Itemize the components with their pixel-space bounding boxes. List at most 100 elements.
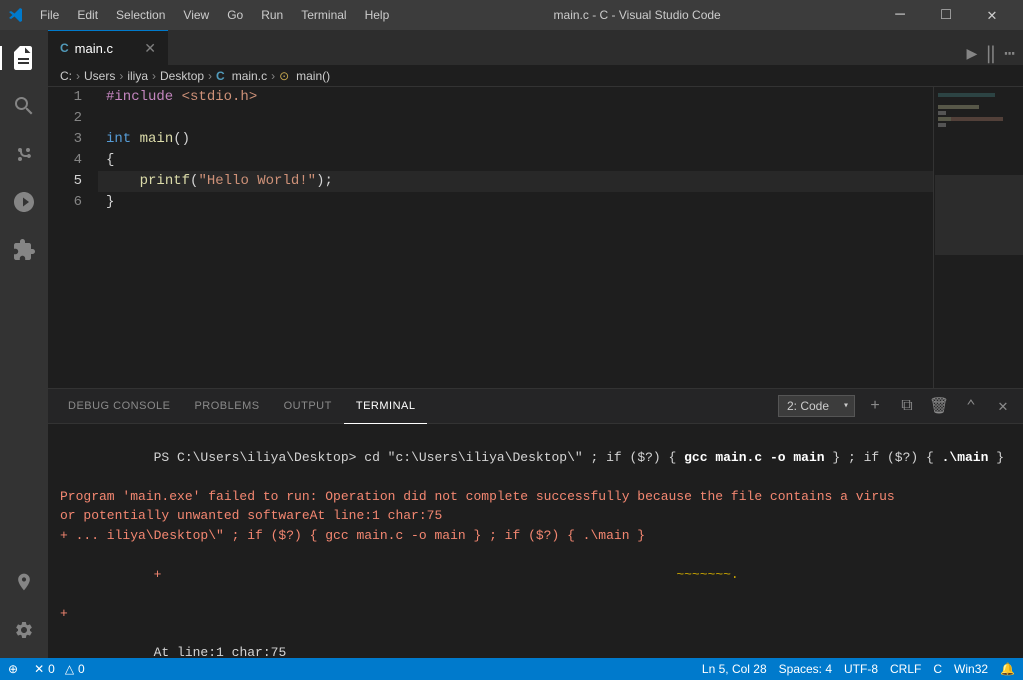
error-icon: ✕ (34, 662, 44, 676)
line-num-4: 4 (48, 150, 90, 171)
window-controls: ─ □ ✕ (877, 0, 1015, 30)
minimap (933, 87, 1023, 388)
kill-terminal-button[interactable]: 🗑 (927, 394, 951, 418)
menu-terminal[interactable]: Terminal (293, 6, 354, 24)
tab-close-button[interactable]: ✕ (144, 40, 156, 57)
remote-status-item[interactable]: ⊕ (8, 662, 22, 676)
vscode-logo-icon (8, 7, 24, 23)
breadcrumb-sep-4: › (208, 69, 212, 83)
tab-bar: C main.c ✕ ▶ ‖ ⋯ (48, 30, 1023, 65)
tab-problems[interactable]: PROBLEMS (182, 389, 271, 424)
editor-area: C main.c ✕ ▶ ‖ ⋯ C: › Users › iliya › De… (48, 30, 1023, 658)
panel-controls: 1: bash 2: Code 3: zsh ▾ + ⧉ 🗑 ⌃ ✕ (778, 394, 1015, 418)
line-ending-label: CRLF (890, 662, 921, 676)
source-control-activity-icon[interactable] (0, 130, 48, 178)
tab-file-icon: C (60, 41, 69, 55)
code-line-6: } (98, 192, 933, 213)
menu-view[interactable]: View (175, 6, 217, 24)
code-line-1: #include <stdio.h> (98, 87, 933, 108)
tab-terminal[interactable]: TERMINAL (344, 389, 428, 424)
panel: DEBUG CONSOLE PROBLEMS OUTPUT TERMINAL 1… (48, 388, 1023, 658)
warning-count: 0 (78, 662, 85, 676)
language-label: C (933, 662, 942, 676)
status-bar-left: ⊕ ✕ 0 △ 0 (8, 662, 85, 676)
line-ending-item[interactable]: CRLF (890, 662, 921, 676)
minimap-slider[interactable] (935, 175, 1023, 255)
close-panel-button[interactable]: ✕ (991, 394, 1015, 418)
explorer-activity-icon[interactable] (0, 34, 48, 82)
split-editor-button[interactable]: ‖ (985, 43, 996, 65)
menu-edit[interactable]: Edit (69, 6, 106, 24)
code-line-5: printf("Hello World!"); (98, 171, 933, 192)
breadcrumb-sep-3: › (152, 69, 156, 83)
tab-output[interactable]: OUTPUT (272, 389, 344, 424)
add-terminal-button[interactable]: + (863, 394, 887, 418)
minimap-line (938, 117, 1003, 121)
maximize-panel-button[interactable]: ⌃ (959, 394, 983, 418)
settings-activity-icon[interactable] (0, 606, 48, 654)
terminal-selector[interactable]: 1: bash 2: Code 3: zsh (778, 395, 855, 417)
minimap-content (934, 87, 1023, 133)
terminal-line-5: + ~~~~~~~. (60, 545, 1011, 604)
menu-selection[interactable]: Selection (108, 6, 173, 24)
spaces-item[interactable]: Spaces: 4 (779, 662, 832, 676)
code-line-2 (98, 108, 933, 129)
close-button[interactable]: ✕ (969, 0, 1015, 30)
language-item[interactable]: C (933, 662, 942, 676)
activity-bottom (0, 558, 48, 654)
code-line-3: int main() (98, 129, 933, 150)
editor-toolbar: ▶ ‖ ⋯ (958, 43, 1023, 65)
extensions-activity-icon[interactable] (0, 226, 48, 274)
breadcrumb-func-icon: ⊙ (279, 69, 289, 83)
encoding-item[interactable]: UTF-8 (844, 662, 878, 676)
main-layout: C main.c ✕ ▶ ‖ ⋯ C: › Users › iliya › De… (0, 30, 1023, 658)
menu-file[interactable]: File (32, 6, 67, 24)
terminal-line-4: + ... iliya\Desktop\" ; if ($?) { gcc ma… (60, 526, 1011, 546)
terminal-output[interactable]: PS C:\Users\iliya\Desktop> cd "c:\Users\… (48, 424, 1023, 658)
notification-item[interactable]: 🔔 (1000, 662, 1015, 676)
error-status-item[interactable]: ✕ 0 △ 0 (34, 662, 85, 676)
line-num-1: 1 (48, 87, 90, 108)
title-bar-left: File Edit Selection View Go Run Terminal… (8, 6, 397, 24)
line-num-2: 2 (48, 108, 90, 129)
breadcrumb-drive[interactable]: C: (60, 69, 72, 83)
tab-debug-console[interactable]: DEBUG CONSOLE (56, 389, 182, 424)
remote-activity-icon[interactable] (0, 558, 48, 606)
search-activity-icon[interactable] (0, 82, 48, 130)
terminal-line-1: PS C:\Users\iliya\Desktop> cd "c:\Users\… (60, 428, 1011, 487)
terminal-line-3: or potentially unwanted softwareAt line:… (60, 506, 1011, 526)
terminal-line-6: + (60, 604, 1011, 624)
menu-help[interactable]: Help (357, 6, 398, 24)
error-count: 0 (48, 662, 55, 676)
split-terminal-button[interactable]: ⧉ (895, 394, 919, 418)
breadcrumb-desktop[interactable]: Desktop (160, 69, 204, 83)
maximize-button[interactable]: □ (923, 0, 969, 30)
breadcrumb-sep-2: › (119, 69, 123, 83)
code-content[interactable]: #include <stdio.h> int main() { printf("… (98, 87, 933, 388)
minimap-line (938, 111, 946, 115)
terminal-line-7: At line:1 char:75 (60, 623, 1011, 658)
run-debug-activity-icon[interactable] (0, 178, 48, 226)
breadcrumb-iliya[interactable]: iliya (127, 69, 148, 83)
menu-bar: File Edit Selection View Go Run Terminal… (32, 6, 397, 24)
code-editor[interactable]: 1 2 3 4 5 6 #include <stdio.h> int main(… (48, 87, 1023, 388)
terminal-line-2: Program 'main.exe' failed to run: Operat… (60, 487, 1011, 507)
activity-bar (0, 30, 48, 658)
notification-bell-icon: 🔔 (1000, 662, 1015, 676)
breadcrumb-filename[interactable]: main.c (232, 69, 267, 83)
minimap-line (938, 123, 946, 127)
os-item[interactable]: Win32 (954, 662, 988, 676)
line-num-3: 3 (48, 129, 90, 150)
run-code-button[interactable]: ▶ (966, 43, 977, 65)
menu-run[interactable]: Run (253, 6, 291, 24)
cursor-position-item[interactable]: Ln 5, Col 28 (702, 662, 767, 676)
editor-tab-main-c[interactable]: C main.c ✕ (48, 30, 168, 65)
breadcrumb-sep-5: › (271, 69, 275, 83)
more-actions-button[interactable]: ⋯ (1004, 43, 1015, 65)
menu-go[interactable]: Go (219, 6, 251, 24)
warning-icon: △ (65, 662, 74, 676)
minimize-button[interactable]: ─ (877, 0, 923, 30)
breadcrumb-function[interactable]: main() (296, 69, 330, 83)
breadcrumb-users[interactable]: Users (84, 69, 115, 83)
status-bar: ⊕ ✕ 0 △ 0 Ln 5, Col 28 Spaces: 4 UTF-8 C… (0, 658, 1023, 680)
